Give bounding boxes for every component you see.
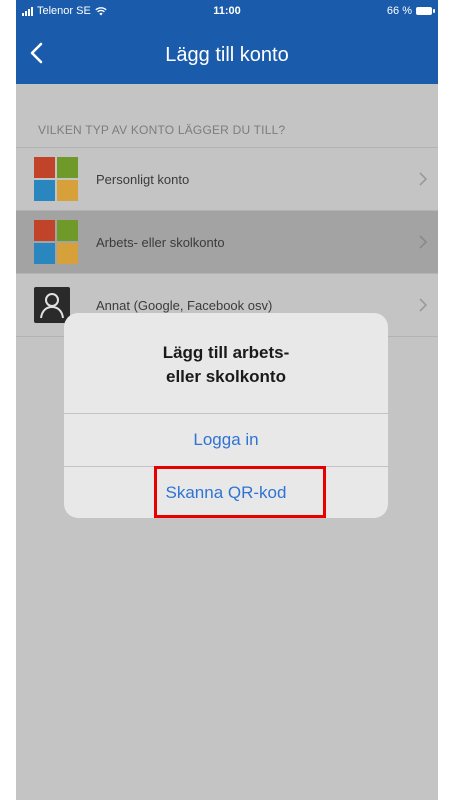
status-bar: Telenor SE 11:00 66 %: [16, 0, 438, 22]
battery-percent: 66 %: [386, 5, 412, 17]
microsoft-logo-icon: [34, 220, 78, 264]
battery-group: 66 %: [386, 5, 435, 17]
section-header: VILKEN TYP AV KONTO LÄGGER DU TILL?: [38, 123, 286, 137]
account-type-work-school[interactable]: Arbets- eller skolkonto: [16, 211, 438, 273]
add-work-account-dialog: Lägg till arbets- eller skolkonto Logga …: [64, 313, 388, 518]
scan-qr-code-button[interactable]: Skanna QR-kod: [64, 467, 388, 518]
dialog-title-line: eller skolkonto: [166, 367, 286, 386]
account-type-label: Arbets- eller skolkonto: [96, 234, 225, 250]
page-title: Lägg till konto: [165, 44, 289, 66]
navigation-bar: Lägg till konto: [16, 22, 438, 84]
account-type-personal[interactable]: Personligt konto: [16, 148, 438, 210]
chevron-right-icon: [419, 235, 428, 249]
chevron-right-icon: [419, 172, 428, 186]
microsoft-logo-icon: [34, 157, 78, 201]
dialog-title: Lägg till arbets- eller skolkonto: [64, 341, 388, 389]
person-icon: [34, 287, 70, 323]
battery-icon: [416, 7, 435, 15]
account-type-label: Personligt konto: [96, 171, 190, 187]
sign-in-button[interactable]: Logga in: [64, 414, 388, 466]
clock: 11:00: [213, 5, 241, 17]
dialog-title-line: Lägg till arbets-: [162, 343, 290, 362]
chevron-right-icon: [419, 298, 428, 312]
account-type-label: Annat (Google, Facebook osv): [96, 297, 273, 313]
